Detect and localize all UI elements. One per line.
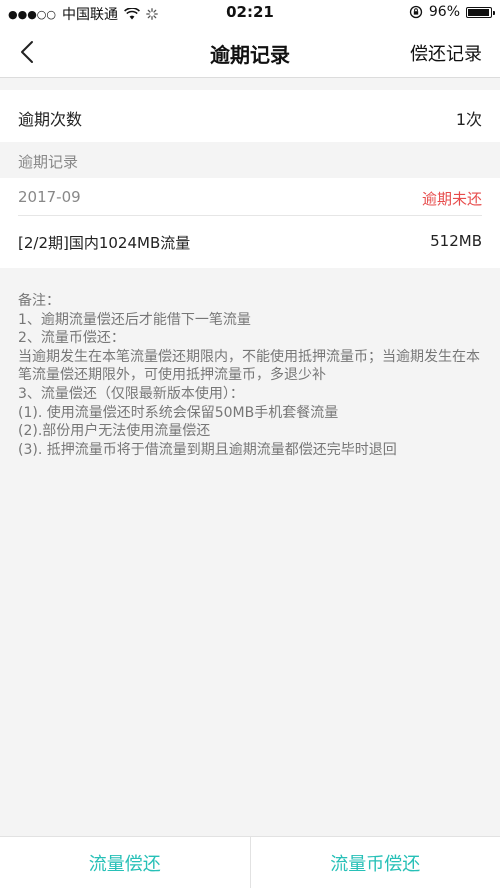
note-line: (3). 抵押流量币将于借流量到期且逾期流量都偿还完毕时退回 [18,441,397,458]
battery-level-fill [468,8,489,16]
note-line: 1、逾期流量偿还后才能借下一笔流量 [18,311,251,328]
data-repay-button[interactable]: 流量偿还 [0,837,250,888]
overdue-count-label: 逾期次数 [18,110,83,129]
note-line: 当逾期发生在本笔流量偿还期限内，不能使用抵押流量币；当逾期发生在本笔流量偿还期限… [18,348,480,384]
note-line: 2、流量币偿还： [18,330,125,347]
coin-repay-button[interactable]: 流量币偿还 [251,837,500,888]
status-bar: ●●●○○ 中国联通 02:21 96% [0,0,500,26]
bottom-action-bar: 流量偿还 流量币偿还 [0,836,500,888]
note-line: (1). 使用流量偿还时系统会保留50MB手机套餐流量 [18,404,339,421]
status-right: 96% [409,4,495,20]
record-status: 逾期未还 [421,190,482,208]
battery-icon [466,6,495,18]
record-size: 512MB [430,232,482,250]
record-header: 2017-09 逾期未还 [18,178,482,216]
notes-section: 备注： 1、逾期流量偿还后才能借下一笔流量 2、流量币偿还： 当逾期发生在本笔流… [18,292,488,459]
records-section-header: 逾期记录 [0,142,500,178]
section-spacer [0,78,500,90]
note-line: (2).部份用户无法使用流量偿还 [18,423,211,440]
note-line: 3、流量偿还（仅限最新版本使用）： [18,385,244,402]
notes-title: 备注： [18,293,60,309]
record-item: [2/2期]国内1024MB流量 [18,234,191,252]
overdue-count-value: 1次 [455,110,482,129]
record-date: 2017-09 [18,188,81,206]
nav-bar: 逾期记录 偿还记录 [0,26,500,78]
records-section-title: 逾期记录 [18,153,79,171]
overdue-count-row: 逾期次数 1次 [0,90,500,142]
repayment-record-button[interactable]: 偿还记录 [410,40,482,66]
overdue-record-card: 2017-09 逾期未还 [2/2期]国内1024MB流量 512MB [0,178,500,268]
battery-percent: 96% [428,4,460,20]
orientation-lock-icon [409,5,423,19]
